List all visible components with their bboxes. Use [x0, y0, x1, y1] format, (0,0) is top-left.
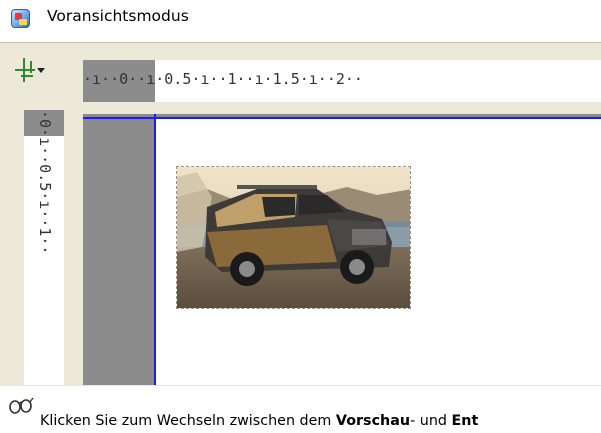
window-title: Voransichtsmodus	[47, 7, 189, 25]
guide-line-horizontal[interactable]	[83, 117, 601, 119]
guide-line-vertical[interactable]	[154, 114, 156, 385]
hint-bold-preview: Vorschau	[335, 413, 411, 429]
title-bar: Voransichtsmodus	[0, 0, 601, 38]
hint-bold-edit: Ent	[451, 413, 479, 429]
hint-text-middle: - und	[410, 413, 452, 429]
car-photo[interactable]	[176, 166, 411, 309]
vertical-ruler: ·0·ı··0.5·ı··1··	[24, 110, 64, 385]
crop-icon-part	[30, 61, 32, 73]
horizontal-ruler-labels: ·ı··0··ı·0.5·ı··1··ı·1.5·ı··2··	[83, 70, 363, 88]
canvas-margin-left	[83, 114, 155, 385]
crop-icon-part	[15, 69, 35, 71]
horizontal-ruler: ·ı··0··ı·0.5·ı··1··ı·1.5·ı··2··	[83, 60, 601, 102]
vertical-ruler-labels: ·0·ı··0.5·ı··1··	[36, 110, 54, 255]
crop-tool-button[interactable]	[9, 50, 49, 92]
glasses-icon	[8, 390, 34, 418]
hint-text-before: Klicken Sie zum Wechseln zwischen dem	[40, 413, 336, 429]
app-icon	[11, 9, 30, 28]
crop-icon-part	[21, 75, 33, 77]
hint-text: Klicken Sie zum Wechseln zwischen dem Vo…	[40, 413, 478, 429]
chevron-down-icon[interactable]	[37, 68, 45, 73]
